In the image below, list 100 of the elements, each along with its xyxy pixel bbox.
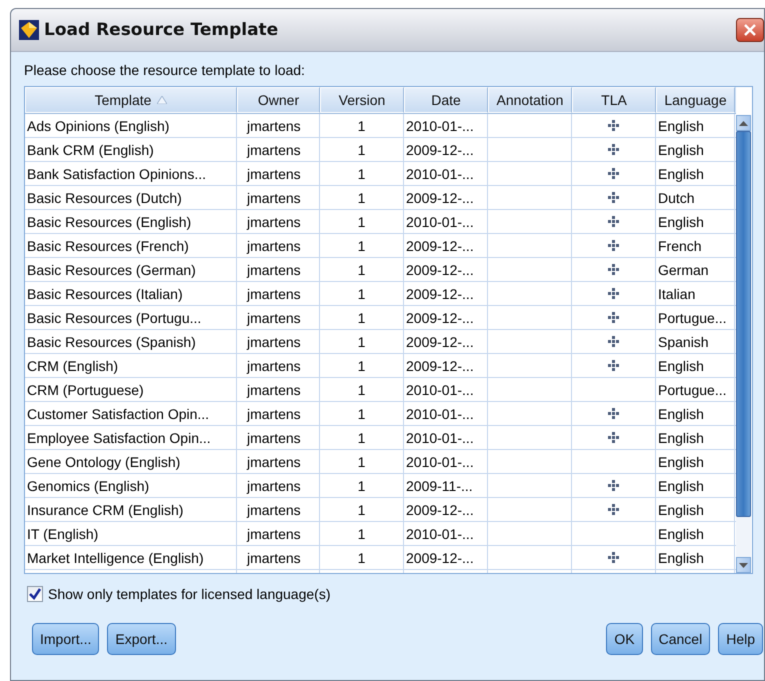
table-cell: English (656, 450, 735, 473)
column-header[interactable]: Annotation (488, 87, 572, 113)
column-header[interactable]: Owner (237, 87, 320, 113)
table-cell: 2009-12-... (404, 258, 488, 281)
tla-icon (608, 120, 619, 131)
table-cell: Basic Resources (Dutch) (25, 186, 237, 209)
column-header[interactable]: Template (25, 87, 237, 113)
scrollbar[interactable] (736, 115, 751, 573)
table-cell: 1 (320, 498, 404, 521)
tla-icon (608, 432, 619, 443)
tla-icon (608, 504, 619, 515)
dialog-button[interactable]: Export... (107, 623, 176, 655)
tla-icon (608, 360, 619, 371)
table-cell: 2009-12-... (404, 234, 488, 257)
table-cell: 2010-01-... (404, 426, 488, 449)
table-cell: 2009-12-... (404, 186, 488, 209)
close-button[interactable] (736, 18, 764, 42)
column-header[interactable]: TLA (572, 87, 656, 113)
table-cell: 2009-12-... (404, 498, 488, 521)
table-cell: jmartens (237, 162, 320, 185)
table-cell: Portugue... (656, 306, 735, 329)
table-cell: English (656, 474, 735, 497)
table-cell: 2009-12-... (404, 138, 488, 161)
table-cell: 1 (320, 258, 404, 281)
table-cell: jmartens (237, 282, 320, 305)
tla-icon (608, 192, 619, 203)
table-cell: jmartens (237, 258, 320, 281)
table-cell: 1 (320, 306, 404, 329)
checkbox[interactable] (27, 586, 43, 602)
table-cell: Gene Ontology (English) (25, 450, 237, 473)
table-cell: Dutch (656, 186, 735, 209)
table-cell: 2010-01-... (404, 378, 488, 401)
table-cell: 2010-01-... (404, 522, 488, 545)
scroll-up-button[interactable] (736, 115, 751, 131)
table-cell: jmartens (237, 210, 320, 233)
table-cell: jmartens (237, 426, 320, 449)
table-cell: 2009-12-... (404, 282, 488, 305)
table-cell: Basic Resources (Spanish) (25, 330, 237, 353)
table-cell: German (656, 258, 735, 281)
table-cell: 2010-01-... (404, 450, 488, 473)
dialog-button[interactable]: Cancel (650, 623, 710, 655)
table-cell: Market Intelligence (English) (25, 546, 237, 569)
table-cell: English (656, 426, 735, 449)
table-cell: jmartens (237, 402, 320, 425)
table-cell: English (656, 210, 735, 233)
table-cell: French (656, 234, 735, 257)
table-cell: English (656, 546, 735, 569)
table-cell: jmartens (237, 186, 320, 209)
table-cell: 1 (320, 138, 404, 161)
table-cell: Bank CRM (English) (25, 138, 237, 161)
table-cell: 2009-12-... (404, 330, 488, 353)
tla-icon (608, 168, 619, 179)
table-cell: 1 (320, 114, 404, 137)
table-cell: Basic Resources (French) (25, 234, 237, 257)
table-cell: IT (English) (25, 522, 237, 545)
table-cell: Spanish (656, 330, 735, 353)
table-cell: English (656, 114, 735, 137)
tla-icon (608, 480, 619, 491)
tla-icon (608, 288, 619, 299)
dialog-button[interactable]: OK (606, 623, 643, 655)
column-header[interactable]: Date (404, 87, 488, 113)
table-cell: 1 (320, 402, 404, 425)
table-cell: 1 (320, 186, 404, 209)
table-cell: Basic Resources (Portugu... (25, 306, 237, 329)
table-cell: Customer Satisfaction Opin... (25, 402, 237, 425)
table-cell: 1 (320, 450, 404, 473)
table-cell: Genomics (English) (25, 474, 237, 497)
tla-icon (608, 552, 619, 563)
instruction-text: Please choose the resource template to load: (24, 62, 306, 78)
table-cell: 1 (320, 162, 404, 185)
dialog-button[interactable]: Import... (32, 623, 100, 655)
table-cell: English (656, 498, 735, 521)
table-cell: jmartens (237, 450, 320, 473)
table-cell: Basic Resources (English) (25, 210, 237, 233)
dialog-button[interactable]: Help (718, 623, 763, 655)
table-cell: English (656, 354, 735, 377)
table-cell: English (656, 162, 735, 185)
table-cell: 1 (320, 546, 404, 569)
table-cell: 2009-11-... (404, 474, 488, 497)
table-cell: 1 (320, 522, 404, 545)
checkmark-icon (28, 587, 42, 601)
scroll-down-button[interactable] (736, 557, 751, 573)
table-cell: Portugue... (656, 378, 735, 401)
table-cell: jmartens (237, 474, 320, 497)
table-cell: 1 (320, 282, 404, 305)
column-header[interactable]: Language (656, 87, 735, 113)
tla-icon (608, 144, 619, 155)
column-header[interactable]: Version (320, 87, 404, 113)
table-cell: jmartens (237, 378, 320, 401)
up-arrow-icon (739, 120, 748, 126)
table-cell: CRM (Portuguese) (25, 378, 237, 401)
table-cell: 2009-12-... (404, 546, 488, 569)
table-cell: 2009-12-... (404, 306, 488, 329)
table-cell: English (656, 138, 735, 161)
table-cell: Ads Opinions (English) (25, 114, 237, 137)
table-cell: 1 (320, 378, 404, 401)
table-cell: 2010-01-... (404, 162, 488, 185)
table-cell: 1 (320, 210, 404, 233)
table-cell: Employee Satisfaction Opin... (25, 426, 237, 449)
scroll-thumb[interactable] (736, 131, 751, 517)
